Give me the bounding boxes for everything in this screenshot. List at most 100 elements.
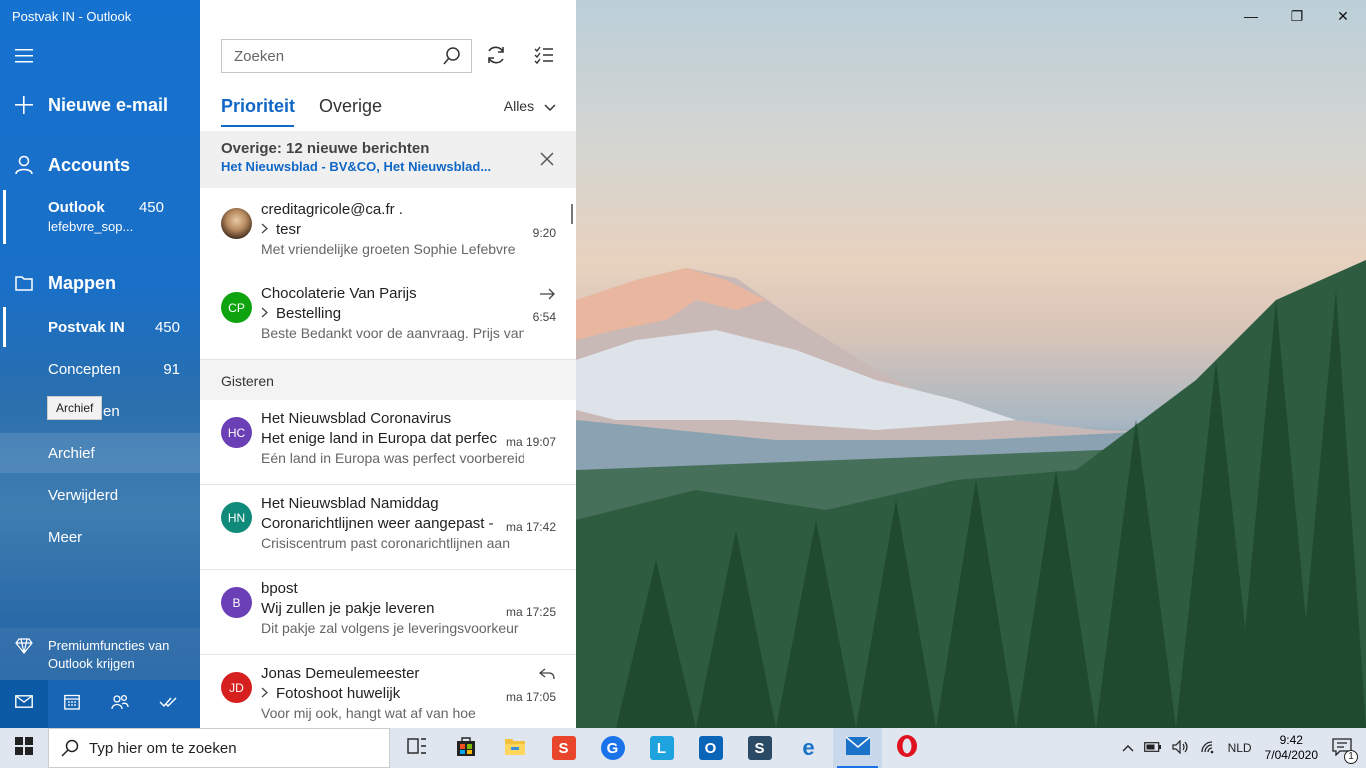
accounts-label: Accounts [48, 154, 131, 175]
message-item[interactable]: CP Chocolaterie Van Parijs Bestelling Beste… [200, 275, 576, 360]
message-time: ma 17:25 [505, 605, 556, 619]
tab-overige[interactable]: Overige [319, 96, 382, 117]
folder-meer[interactable]: Meer [0, 517, 200, 557]
todo-switch-button[interactable] [144, 680, 192, 728]
close-icon[interactable] [540, 152, 554, 171]
folder-label: Verwijderd [48, 487, 119, 504]
windows-taskbar: Typ hier om te zoeken S G L O S e NLD 9:… [0, 728, 1366, 768]
chevron-up-icon [1122, 741, 1134, 755]
message-time: ma 17:05 [505, 690, 556, 704]
system-tray: NLD 9:42 7/04/2020 1 [1117, 728, 1366, 768]
store-icon [455, 735, 477, 762]
folder-count: 450 [154, 319, 180, 336]
search-icon[interactable] [442, 46, 462, 71]
diamond-icon [15, 638, 33, 659]
chevron-right-icon[interactable] [261, 305, 268, 322]
file-explorer-button[interactable] [490, 728, 539, 768]
archief-tooltip: Archief [47, 396, 103, 420]
desktop-wallpaper: — ❐ ✕ [576, 0, 1366, 728]
taskbar-clock[interactable]: 9:42 7/04/2020 [1257, 733, 1326, 763]
show-hidden-icons-button[interactable] [1117, 741, 1139, 755]
message-item[interactable]: Bbpost Wij zullen je pakje leveren Dit pak… [200, 570, 576, 655]
volume-button[interactable] [1167, 739, 1195, 757]
restore-button[interactable]: ❐ [1274, 0, 1320, 32]
battery-button[interactable] [1139, 741, 1167, 755]
folder-label-partial: en [103, 403, 120, 420]
message-subject: Coronarichtlijnen weer aangepast - [261, 515, 494, 532]
account-item-outlook[interactable]: Outlook lefebvre_sop... 450 [0, 190, 200, 244]
chevron-right-icon[interactable] [261, 221, 268, 238]
minimize-button[interactable]: — [1228, 0, 1274, 32]
message-item[interactable]: JD Jonas Demeulemeester Fotoshoot huwelijk… [200, 655, 576, 728]
opera-button[interactable] [882, 728, 931, 768]
app-l-icon: L [649, 736, 674, 760]
message-time: 9:20 [532, 226, 556, 240]
mail-app-button[interactable] [833, 728, 882, 768]
google-button[interactable]: G [588, 728, 637, 768]
person-icon [0, 155, 48, 175]
app-l-button[interactable]: L [637, 728, 686, 768]
message-subject-row: Bestelling [261, 305, 497, 322]
message-subject: Fotoshoot huwelijk [276, 685, 401, 702]
mountain-landscape-image [576, 260, 1366, 728]
folder-label: Meer [48, 529, 83, 546]
folder-label: Postvak IN [48, 319, 125, 336]
message-sender: Het Nieuwsblad Coronavirus [261, 410, 452, 427]
clock-time: 9:42 [1279, 733, 1303, 747]
message-sender: Het Nieuwsblad Namiddag [261, 495, 439, 512]
folder-concepten[interactable]: Concepten 91 [0, 349, 200, 389]
app-s2-icon: S [747, 736, 772, 760]
sync-icon[interactable] [485, 44, 507, 71]
task-view-button[interactable] [392, 728, 441, 768]
hamburger-icon [0, 49, 48, 63]
close-icon: ✕ [1337, 7, 1349, 24]
message-time: ma 17:42 [505, 520, 556, 534]
tab-prioriteit[interactable]: Prioriteit [221, 96, 295, 117]
message-list-scrollbar[interactable] [571, 204, 573, 224]
message-sender: Chocolaterie Van Parijs [261, 285, 417, 302]
folder-archief[interactable]: Archief [0, 433, 200, 473]
premium-features-button[interactable]: Premiumfuncties van Outlook krijgen [0, 628, 200, 680]
new-mail-button[interactable]: Nieuwe e-mail [0, 93, 200, 117]
taskbar-search-box[interactable]: Typ hier om te zoeken [48, 728, 390, 768]
start-button[interactable] [0, 728, 48, 768]
people-switch-button[interactable] [96, 680, 144, 728]
search-input[interactable]: Zoeken [234, 48, 284, 65]
action-center-button[interactable]: 1 [1326, 737, 1366, 764]
taskbar-apps: S G L O S e [392, 728, 931, 768]
search-box[interactable]: Zoeken [221, 39, 472, 73]
mail-icon [15, 695, 33, 713]
calendar-switch-button[interactable] [48, 680, 96, 728]
folders-button[interactable]: Mappen [0, 271, 200, 295]
battery-icon [1143, 741, 1162, 755]
mail-switch-button[interactable] [0, 680, 48, 728]
edge-button[interactable]: e [784, 728, 833, 768]
close-button[interactable]: ✕ [1320, 0, 1366, 32]
window-title: Postvak IN - Outlook [12, 9, 132, 24]
store-button[interactable] [441, 728, 490, 768]
chevron-right-icon[interactable] [261, 685, 268, 702]
banner-senders[interactable]: Het Nieuwsblad - BV&CO, Het Nieuwsblad..… [221, 159, 491, 174]
folder-postvak-in[interactable]: Postvak IN 450 [0, 307, 200, 347]
account-name: Outlook [48, 199, 105, 216]
hamburger-button[interactable] [0, 44, 200, 68]
restore-icon: ❐ [1290, 7, 1304, 24]
chevron-down-icon [544, 99, 556, 115]
message-item[interactable]: creditagricole@ca.fr . tesr Met vriendelij… [200, 191, 576, 276]
avatar: B [221, 587, 252, 618]
network-button[interactable] [1195, 740, 1223, 757]
app-s-button[interactable]: S [539, 728, 588, 768]
message-item[interactable]: HN Het Nieuwsblad Namiddag Coronarichtlijn… [200, 485, 576, 570]
other-inbox-banner[interactable]: Overige: 12 nieuwe berichten Het Nieuwsb… [200, 131, 576, 188]
folder-verwijderd[interactable]: Verwijderd [0, 475, 200, 515]
message-preview: Voor mij ook, hangt wat af van hoe [261, 705, 476, 721]
app-s2-button[interactable]: S [735, 728, 784, 768]
selection-mode-icon[interactable] [533, 44, 555, 71]
language-indicator[interactable]: NLD [1223, 741, 1257, 755]
accounts-button[interactable]: Accounts [0, 153, 200, 177]
outlook-desktop-button[interactable]: O [686, 728, 735, 768]
message-subject: tesr [276, 221, 302, 238]
message-time: 6:54 [532, 310, 556, 324]
message-item[interactable]: HC Het Nieuwsblad Coronavirus Het enige la… [200, 400, 576, 485]
filter-dropdown[interactable]: Alles [504, 98, 556, 115]
